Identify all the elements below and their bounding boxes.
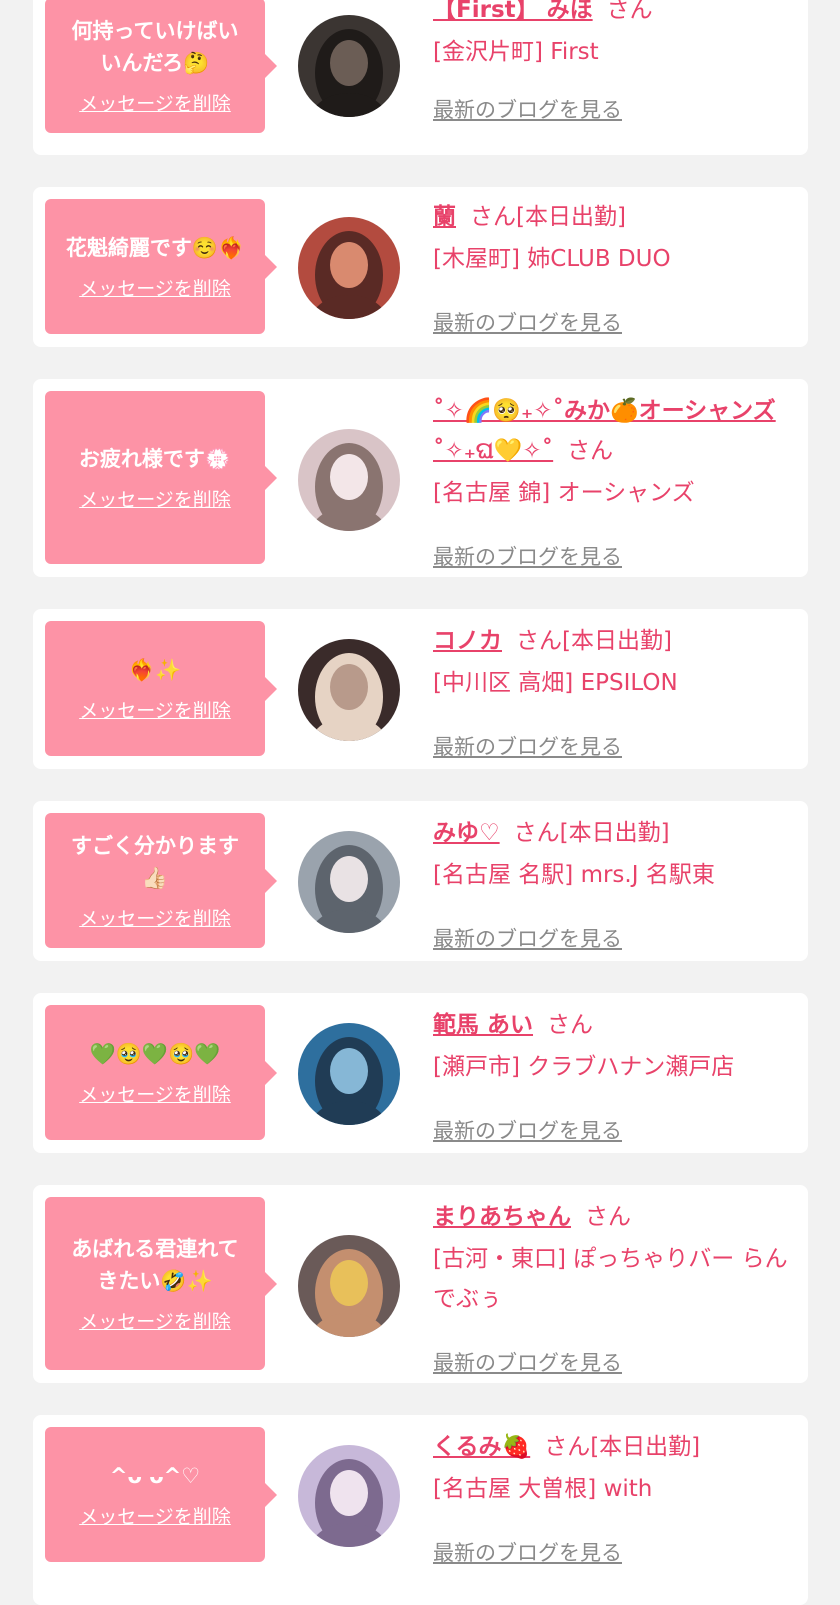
- profile-info: ˚✧🌈🥺₊✧˚みか🍊オーシャンズ˚✧₊ଘ💛✧˚ さん [名古屋 錦] オーシャンズ最…: [433, 391, 793, 575]
- avatar[interactable]: [298, 217, 400, 319]
- name-line: 蘭さん[本日出勤]: [433, 197, 793, 237]
- latest-blog-link[interactable]: 最新のブログを見る: [433, 307, 622, 337]
- name-line: コノカ さん[本日出勤]: [433, 621, 793, 661]
- message-bubble: 花魁綺麗です☺️❤️‍🔥 メッセージを削除: [45, 199, 277, 334]
- avatar-image: [298, 1445, 400, 1547]
- message-card: お疲れ様です💮 メッセージを削除 ˚✧🌈🥺₊✧˚みか🍊オーシャンズ˚✧₊ଘ💛✧˚ さん…: [33, 379, 808, 577]
- profile-info: 範馬 あい さん [瀬戸市] クラブハナン瀬戸店最新のブログを見る: [433, 1005, 793, 1149]
- message-bubble: ❤️‍🔥✨ メッセージを削除: [45, 621, 277, 756]
- avatar-image: [298, 1023, 400, 1125]
- delete-message-link[interactable]: メッセージを削除: [79, 904, 231, 931]
- name-line: くるみ🍓 さん[本日出勤]: [433, 1427, 793, 1467]
- store-label: [名古屋 名駅] mrs.J 名駅東: [433, 862, 715, 888]
- delete-message-link[interactable]: メッセージを削除: [79, 1307, 231, 1334]
- message-text: 花魁綺麗です☺️❤️‍🔥: [65, 236, 245, 260]
- name-suffix: さん: [567, 438, 614, 464]
- girl-name-link[interactable]: 蘭: [433, 204, 456, 230]
- message-card: 💚🥹💚🥹💚 メッセージを削除 範馬 あい さん [瀬戸市] クラブハナン瀬戸店最新のブロ…: [33, 993, 808, 1153]
- name-suffix: さん: [606, 0, 653, 23]
- avatar-image: [298, 639, 400, 741]
- profile-info: 蘭さん[本日出勤] [木屋町] 姉CLUB DUO 最新のブログを見る: [433, 197, 793, 341]
- latest-blog-link[interactable]: 最新のブログを見る: [433, 923, 622, 953]
- message-card: 何持っていけばい いんだろ🤔 メッセージを削除 【First】 みほ さん [金沢片町]…: [33, 0, 808, 155]
- message-bubble: あばれる君連れて きたい🤣✨ メッセージを削除: [45, 1197, 277, 1370]
- message-card: ❤️‍🔥✨ メッセージを削除 コノカ さん[本日出勤] [中川区 高畑] EPSILON…: [33, 609, 808, 769]
- girl-name-link[interactable]: 範馬 あい: [433, 1012, 533, 1038]
- avatar[interactable]: [298, 639, 400, 741]
- delete-message-link[interactable]: メッセージを削除: [79, 274, 231, 301]
- avatar[interactable]: [298, 429, 400, 531]
- avatar-image: [298, 429, 400, 531]
- store-label: [木屋町] 姉CLUB DUO: [433, 246, 671, 272]
- avatar-image: [298, 217, 400, 319]
- name-line: 【First】 みほ さん: [433, 0, 793, 30]
- message-card: すごく分かります 👍🏻 メッセージを削除 みゆ♡ さん[本日出勤] [名古屋 名駅] m…: [33, 801, 808, 961]
- latest-blog-link[interactable]: 最新のブログを見る: [433, 1347, 622, 1377]
- message-text: 💚🥹💚🥹💚: [89, 1042, 221, 1066]
- delete-message-link[interactable]: メッセージを削除: [79, 696, 231, 723]
- message-text: お疲れ様です💮: [78, 447, 232, 471]
- message-text: 何持っていけばい いんだろ🤔: [71, 19, 239, 75]
- store-label: [瀬戸市] クラブハナン瀬戸店: [433, 1054, 735, 1080]
- profile-info: くるみ🍓 さん[本日出勤] [名古屋 大曽根] with 最新のブログを見る: [433, 1427, 793, 1571]
- delete-message-link[interactable]: メッセージを削除: [79, 89, 231, 116]
- name-line: 範馬 あい さん: [433, 1005, 793, 1045]
- message-text: ❤️‍🔥✨: [128, 658, 182, 682]
- girl-name-link[interactable]: みゆ♡: [433, 820, 500, 846]
- latest-blog-link[interactable]: 最新のブログを見る: [433, 94, 622, 124]
- message-text: あばれる君連れて きたい🤣✨: [71, 1237, 239, 1293]
- message-card: あばれる君連れて きたい🤣✨ メッセージを削除 まりあちゃん さん [古河・東口] ぽっ…: [33, 1185, 808, 1383]
- profile-info: 【First】 みほ さん [金沢片町] First 最新のブログを見る: [433, 0, 793, 128]
- avatar[interactable]: [298, 1445, 400, 1547]
- name-suffix: さん[本日出勤]: [513, 820, 670, 846]
- store-label: [金沢片町] First: [433, 39, 599, 65]
- avatar-image: [298, 15, 400, 117]
- name-suffix: さん: [547, 1012, 594, 1038]
- latest-blog-link[interactable]: 最新のブログを見る: [433, 1537, 622, 1567]
- avatar[interactable]: [298, 1235, 400, 1337]
- name-line: ˚✧🌈🥺₊✧˚みか🍊オーシャンズ˚✧₊ଘ💛✧˚ さん: [433, 391, 793, 471]
- name-suffix: さん[本日出勤]: [544, 1434, 701, 1460]
- message-text: ^ᴗ ᴗ^♡: [109, 1464, 201, 1488]
- message-bubble: ^ᴗ ᴗ^♡ メッセージを削除: [45, 1427, 277, 1562]
- name-suffix: さん[本日出勤]: [516, 628, 672, 654]
- name-suffix: さん: [585, 1204, 631, 1230]
- girl-name-link[interactable]: まりあちゃん: [433, 1204, 571, 1230]
- store-label: [中川区 高畑] EPSILON: [433, 670, 678, 696]
- name-suffix: さん[本日出勤]: [470, 204, 626, 230]
- avatar[interactable]: [298, 15, 400, 117]
- delete-message-link[interactable]: メッセージを削除: [79, 1080, 231, 1107]
- latest-blog-link[interactable]: 最新のブログを見る: [433, 541, 622, 571]
- store-label: [名古屋 大曽根] with: [433, 1476, 653, 1502]
- message-bubble: お疲れ様です💮 メッセージを削除: [45, 391, 277, 564]
- delete-message-link[interactable]: メッセージを削除: [79, 1502, 231, 1529]
- message-bubble: 何持っていけばい いんだろ🤔 メッセージを削除: [45, 0, 277, 133]
- profile-info: まりあちゃん さん [古河・東口] ぽっちゃりバー らんでぶぅ最新のブログを見る: [433, 1197, 793, 1381]
- girl-name-link[interactable]: コノカ: [433, 628, 502, 654]
- avatar-image: [298, 831, 400, 933]
- message-card: ^ᴗ ᴗ^♡ メッセージを削除 くるみ🍓 さん[本日出勤] [名古屋 大曽根] with…: [33, 1415, 808, 1605]
- message-card: 花魁綺麗です☺️❤️‍🔥 メッセージを削除 蘭さん[本日出勤] [木屋町] 姉CLUB…: [33, 187, 808, 347]
- message-bubble: 💚🥹💚🥹💚 メッセージを削除: [45, 1005, 277, 1140]
- delete-message-link[interactable]: メッセージを削除: [79, 485, 231, 512]
- message-bubble: すごく分かります 👍🏻 メッセージを削除: [45, 813, 277, 948]
- store-label: [名古屋 錦] オーシャンズ: [433, 480, 695, 506]
- avatar-image: [298, 1235, 400, 1337]
- name-line: まりあちゃん さん: [433, 1197, 793, 1237]
- avatar[interactable]: [298, 1023, 400, 1125]
- profile-info: みゆ♡ さん[本日出勤] [名古屋 名駅] mrs.J 名駅東最新のブログを見る: [433, 813, 793, 957]
- profile-info: コノカ さん[本日出勤] [中川区 高畑] EPSILON 最新のブログを見る: [433, 621, 793, 765]
- avatar[interactable]: [298, 831, 400, 933]
- girl-name-link[interactable]: くるみ🍓: [433, 1434, 530, 1460]
- latest-blog-link[interactable]: 最新のブログを見る: [433, 1115, 622, 1145]
- latest-blog-link[interactable]: 最新のブログを見る: [433, 731, 622, 761]
- girl-name-link[interactable]: 【First】 みほ: [433, 0, 593, 23]
- name-line: みゆ♡ さん[本日出勤]: [433, 813, 793, 853]
- message-text: すごく分かります 👍🏻: [71, 834, 239, 890]
- store-label: [古河・東口] ぽっちゃりバー らんでぶぅ: [433, 1246, 788, 1312]
